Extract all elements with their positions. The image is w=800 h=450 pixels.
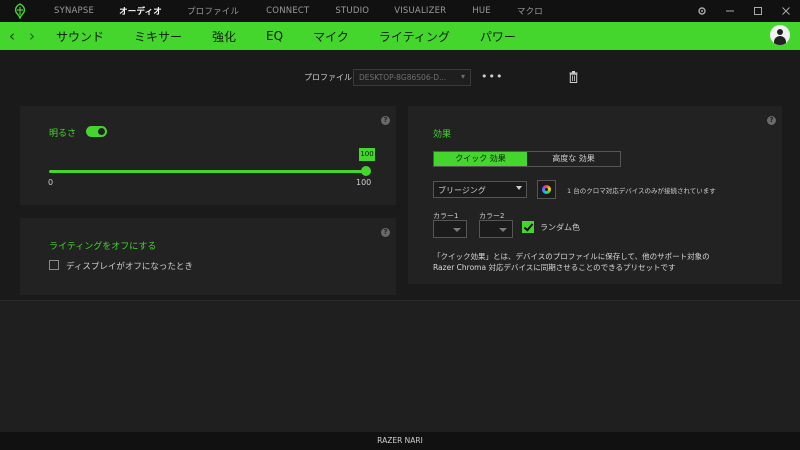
user-avatar-icon[interactable] bbox=[770, 25, 790, 45]
color1-picker[interactable] bbox=[433, 220, 467, 238]
avatar-body bbox=[774, 36, 786, 45]
random-color-checkbox[interactable] bbox=[522, 221, 534, 233]
top-tab-connect[interactable]: CONNECT bbox=[266, 6, 309, 16]
tab-advanced-effect[interactable]: 高度な 効果 bbox=[527, 152, 620, 166]
top-tab-studio[interactable]: STUDIO bbox=[335, 6, 369, 16]
sub-tab-sound[interactable]: サウンド bbox=[56, 28, 104, 45]
effect-select[interactable]: ブリージング bbox=[433, 181, 527, 198]
sub-tab-eq[interactable]: EQ bbox=[266, 29, 283, 43]
forward-arrow-icon[interactable]: › bbox=[22, 27, 42, 45]
sub-tab-lighting[interactable]: ライティング bbox=[379, 28, 450, 45]
brightness-value-tooltip: 100 bbox=[359, 148, 375, 161]
empty-content-area bbox=[0, 300, 800, 433]
profile-label: プロファイル bbox=[304, 73, 352, 82]
trash-icon[interactable] bbox=[569, 71, 578, 83]
sub-tab-mic[interactable]: マイク bbox=[313, 28, 349, 45]
display-off-checkbox[interactable] bbox=[49, 260, 59, 270]
random-color-label: ランダム色 bbox=[540, 223, 580, 232]
profile-select[interactable]: DESKTOP-8G86S06-D... ▾ bbox=[353, 69, 471, 86]
display-off-label: ディスプレイがオフになったとき bbox=[66, 262, 193, 272]
profile-row: プロファイル DESKTOP-8G86S06-D... ▾ ••• bbox=[0, 69, 800, 87]
title-bar: SYNAPSE オーディオ プロファイル CONNECT STUDIO VISU… bbox=[0, 0, 800, 22]
profile-selected-value: DESKTOP-8G86S06-D... bbox=[359, 73, 447, 82]
chroma-icon bbox=[542, 185, 551, 194]
close-icon[interactable] bbox=[772, 0, 800, 22]
maximize-icon[interactable] bbox=[744, 0, 772, 22]
chevron-down-icon bbox=[453, 228, 461, 232]
slider-min-label: 0 bbox=[48, 178, 54, 187]
sub-tab-mixer[interactable]: ミキサー bbox=[134, 28, 182, 45]
top-tab-audio[interactable]: オーディオ bbox=[119, 5, 162, 17]
device-footer: RAZER NARI bbox=[0, 432, 800, 450]
tab-quick-effect[interactable]: クイック 効果 bbox=[434, 152, 527, 166]
brightness-slider-track[interactable] bbox=[49, 170, 366, 173]
effect-selected-value: ブリージング bbox=[438, 186, 486, 195]
razer-logo-icon[interactable] bbox=[12, 3, 28, 19]
top-tab-visualizer[interactable]: VISUALIZER bbox=[394, 6, 446, 16]
toggle-knob bbox=[98, 128, 105, 135]
quick-effect-description: 「クイック効果」とは、デバイスのプロファイルに保存して、他のサポート対象の Ra… bbox=[433, 252, 710, 272]
help-icon[interactable]: ? bbox=[767, 116, 776, 125]
slider-max-label: 100 bbox=[356, 178, 372, 187]
avatar-head bbox=[777, 29, 783, 35]
settings-gear-icon[interactable] bbox=[688, 0, 716, 22]
effect-panel: ? 効果 クイック 効果 高度な 効果 ブリージング 1 台のクロマ対応デバイス… bbox=[408, 106, 782, 284]
brightness-toggle[interactable] bbox=[86, 126, 107, 137]
more-options-icon[interactable]: ••• bbox=[481, 70, 503, 83]
lighting-off-panel: ? ライティングをオフにする ディスプレイがオフになったとき bbox=[20, 218, 396, 295]
help-icon[interactable]: ? bbox=[381, 116, 390, 125]
effect-title: 効果 bbox=[433, 130, 452, 140]
back-arrow-icon[interactable]: ‹ bbox=[2, 27, 22, 45]
help-icon[interactable]: ? bbox=[381, 228, 390, 237]
sub-navigation: ‹ › サウンド ミキサー 強化 EQ マイク ライティング パワー bbox=[0, 22, 800, 50]
chevron-down-icon bbox=[499, 228, 507, 232]
top-tab-profiles[interactable]: プロファイル bbox=[187, 5, 239, 17]
brightness-label: 明るさ bbox=[49, 129, 77, 139]
lighting-off-title: ライティングをオフにする bbox=[49, 242, 157, 252]
brightness-slider-thumb[interactable] bbox=[361, 166, 371, 176]
top-tab-hue[interactable]: HUE bbox=[472, 6, 491, 16]
top-tab-macro[interactable]: マクロ bbox=[517, 5, 543, 17]
brightness-panel: ? 明るさ 100 0 100 bbox=[20, 106, 396, 205]
sub-tab-enhancement[interactable]: 強化 bbox=[212, 28, 236, 45]
top-tab-synapse[interactable]: SYNAPSE bbox=[54, 6, 94, 16]
chevron-down-icon bbox=[516, 186, 522, 190]
effect-mode-tabs: クイック 効果 高度な 効果 bbox=[433, 151, 621, 167]
minimize-icon[interactable] bbox=[716, 0, 744, 22]
chroma-connect-button[interactable] bbox=[537, 180, 556, 199]
window-controls bbox=[688, 0, 800, 22]
color2-picker[interactable] bbox=[479, 220, 513, 238]
chroma-device-note: 1 台のクロマ対応デバイスのみが接続されています bbox=[567, 187, 716, 195]
chevron-down-icon: ▾ bbox=[460, 72, 465, 81]
sub-tab-power[interactable]: パワー bbox=[480, 28, 516, 45]
